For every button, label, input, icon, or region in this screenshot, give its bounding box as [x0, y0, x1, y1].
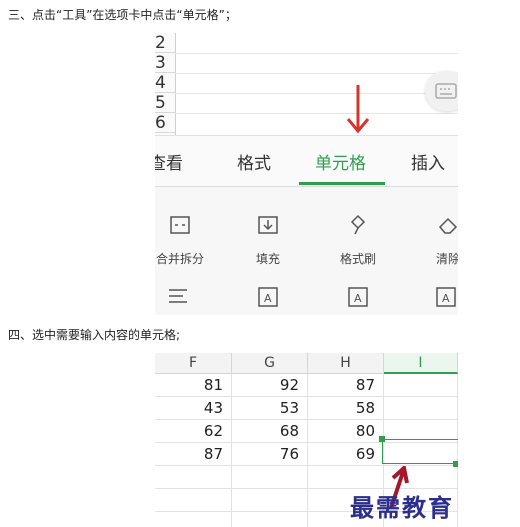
table-cell[interactable] — [155, 489, 232, 512]
align-icon — [169, 289, 187, 303]
column-header[interactable]: G — [232, 353, 308, 374]
text-box-icon: A — [436, 287, 456, 307]
red-arrow-icon — [346, 85, 370, 134]
tab-format[interactable]: 格式 — [237, 149, 271, 174]
table-cell[interactable] — [308, 466, 384, 489]
keyboard-icon — [435, 83, 457, 99]
table-cell[interactable] — [232, 466, 308, 489]
table-cell[interactable]: 81 — [155, 374, 232, 397]
merge-split-button[interactable]: 合并拆分 — [155, 214, 215, 267]
table-cell[interactable]: 69 — [308, 443, 384, 466]
svg-text:A: A — [354, 292, 362, 305]
tab-insert[interactable]: 插入 — [411, 149, 445, 174]
tab-cell[interactable]: 单元格 — [315, 149, 366, 174]
column-header[interactable]: F — [155, 353, 232, 374]
cell-selection[interactable] — [382, 439, 458, 464]
step-3-instruction: 三、点击“工具”在选项卡中点击“单元格”； — [8, 8, 237, 22]
table-cell[interactable]: 53 — [232, 397, 308, 420]
table-cell[interactable] — [155, 466, 232, 489]
table-cell[interactable]: 43 — [155, 397, 232, 420]
row-number[interactable]: 2 — [155, 33, 175, 53]
row-number[interactable]: 5 — [155, 93, 175, 113]
step-4-instruction: 四、选中需要输入内容的单元格; — [8, 328, 181, 342]
selection-handle[interactable] — [379, 436, 385, 442]
eraser-icon — [438, 217, 458, 234]
table-cell[interactable]: 76 — [232, 443, 308, 466]
merge-split-icon — [170, 216, 190, 234]
text-box-icon: A — [348, 287, 368, 307]
table-cell[interactable]: 58 — [308, 397, 384, 420]
table-cell[interactable]: 92 — [232, 374, 308, 397]
tool-label: 清除 — [435, 252, 458, 266]
fill-icon — [258, 216, 278, 234]
row-number-column: 2 3 4 5 6 — [155, 33, 176, 135]
fill-button[interactable]: 填充 — [233, 214, 303, 267]
tool-label: 合并拆分 — [155, 252, 204, 266]
tab-view[interactable]: 查看 — [155, 149, 183, 174]
tool-label: 填充 — [255, 252, 280, 266]
clear-button[interactable]: 清除 — [413, 214, 458, 267]
keyboard-button[interactable] — [425, 71, 458, 111]
row-number[interactable]: 4 — [155, 73, 175, 93]
toolbar-screenshot: 2 3 4 5 6 查看 格式 单元格 插入 合并拆分 填充 格式刷 清除 A … — [155, 33, 458, 315]
format-painter-icon — [350, 214, 366, 235]
table-cell[interactable]: 62 — [155, 420, 232, 443]
active-tab-indicator — [299, 182, 385, 185]
table-cell[interactable] — [232, 512, 308, 527]
selection-handle[interactable] — [453, 461, 458, 467]
row-number[interactable]: 3 — [155, 53, 175, 73]
column-header[interactable]: I — [384, 353, 458, 374]
text-box-icon: A — [258, 287, 278, 307]
spreadsheet-screenshot: F G H I 81 92 87 43 53 58 62 68 80 87 76 69 最需教育 — [155, 353, 458, 527]
table-cell[interactable] — [155, 512, 232, 527]
svg-text:A: A — [442, 292, 450, 305]
svg-text:A: A — [264, 292, 272, 305]
cell-toolbar-panel: 查看 格式 单元格 插入 合并拆分 填充 格式刷 清除 A A A — [155, 135, 458, 315]
table-cell[interactable] — [384, 397, 458, 420]
table-cell[interactable] — [232, 489, 308, 512]
table-cell[interactable]: 80 — [308, 420, 384, 443]
table-cell[interactable] — [384, 374, 458, 397]
table-cell[interactable]: 87 — [155, 443, 232, 466]
tool-label: 格式刷 — [339, 252, 376, 266]
format-painter-button[interactable]: 格式刷 — [323, 214, 393, 267]
column-header[interactable]: H — [308, 353, 384, 374]
toolbar-tabs: 查看 格式 单元格 插入 — [155, 136, 458, 187]
table-cell[interactable]: 87 — [308, 374, 384, 397]
row-number[interactable]: 6 — [155, 113, 175, 133]
table-cell[interactable]: 68 — [232, 420, 308, 443]
watermark-logo: 最需教育 — [350, 493, 454, 522]
